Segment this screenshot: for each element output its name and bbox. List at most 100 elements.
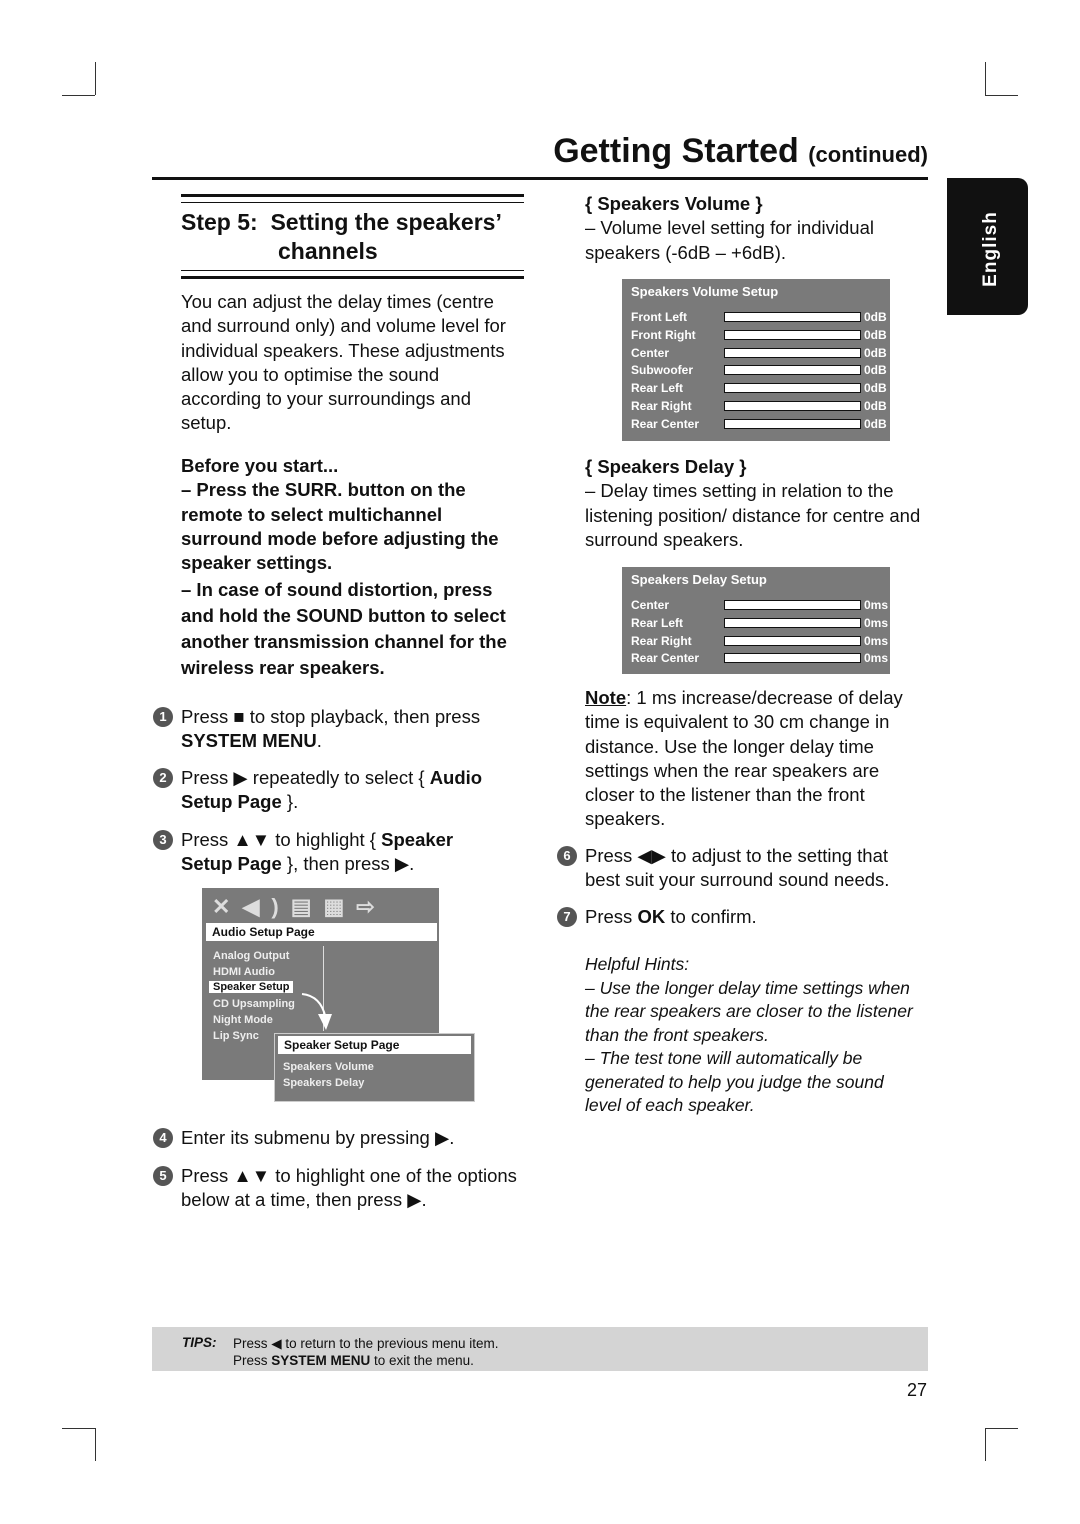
step-number: 3 <box>153 830 173 850</box>
step-number: 7 <box>557 907 577 927</box>
before-item: – Press the SURR. button on the remote t… <box>181 479 499 574</box>
page-header: Getting Started (continued) <box>553 132 928 171</box>
crop-mark <box>62 1428 95 1429</box>
submenu-item[interactable]: Speakers Volume <box>283 1061 374 1073</box>
delay-section: { Speakers Delay } – Delay times setting… <box>585 455 930 552</box>
tip-line: Press ◀ to return to the previous menu i… <box>233 1336 499 1351</box>
step-title-2: channels <box>278 238 378 264</box>
level-bar[interactable] <box>724 617 861 628</box>
osd-row[interactable]: Front Left 0dB <box>631 308 887 326</box>
row-label: Front Right <box>631 327 696 342</box>
row-label: Subwoofer <box>631 363 693 378</box>
step-number: 6 <box>557 846 577 866</box>
volume-desc: – Volume level setting for individual sp… <box>585 217 874 263</box>
level-bar[interactable] <box>724 365 861 376</box>
row-value: 0dB <box>864 399 887 413</box>
delay-heading: { Speakers Delay } <box>585 456 747 477</box>
osd-title: Speakers Delay Setup <box>631 572 767 587</box>
level-bar[interactable] <box>724 312 861 322</box>
level-bar[interactable] <box>724 635 861 646</box>
osd-row[interactable]: Rear Left 0dB <box>631 379 887 397</box>
level-bar[interactable] <box>724 600 861 610</box>
osd-row[interactable]: Rear Right 0ms <box>631 632 888 650</box>
level-bar[interactable] <box>724 347 861 358</box>
step-1: Press ■ to stop playback, then press SYS… <box>181 706 481 752</box>
header-continued: (continued) <box>808 142 928 167</box>
hint: – Use the longer delay time settings whe… <box>585 977 913 1045</box>
step-number: 4 <box>153 1128 173 1148</box>
header-title: Getting Started <box>553 132 799 170</box>
crop-mark <box>985 95 1018 96</box>
row-value: 0dB <box>864 327 887 342</box>
level-bar[interactable] <box>724 383 861 394</box>
header-rule <box>152 177 928 180</box>
note-text: : 1 ms increase/decrease of delay time i… <box>585 687 903 830</box>
manual-page: Getting Started (continued) English Step… <box>0 0 1080 1524</box>
volume-section: { Speakers Volume } – Volume level setti… <box>585 192 925 265</box>
speakers-volume-osd: Speakers Volume Setup Front Left 0dB Front… <box>622 279 890 441</box>
submenu-item[interactable]: Speakers Delay <box>283 1077 364 1089</box>
delay-desc: – Delay times setting in relation to the… <box>585 480 921 550</box>
row-label: Rear Left <box>631 381 684 396</box>
helpful-hints: Helpful Hints: – Use the longer delay ti… <box>585 953 920 1118</box>
osd-row[interactable]: Center 0dB <box>631 344 887 362</box>
page-number: 27 <box>906 1380 927 1400</box>
menu-icons: ✕◀)▤▦⇨ <box>212 894 387 920</box>
row-value: 0ms <box>864 615 889 630</box>
menu-item[interactable]: Lip Sync <box>213 1030 259 1042</box>
crop-mark <box>62 95 95 96</box>
speakers-delay-osd: Speakers Delay Setup Center 0ms Rear Left 0… <box>622 567 890 674</box>
step-7: Press OK to confirm. <box>585 906 757 927</box>
hints-title: Helpful Hints: <box>585 954 690 974</box>
crop-mark <box>95 62 96 95</box>
level-bar[interactable] <box>724 401 861 411</box>
menu-item[interactable]: CD Upsampling <box>213 998 295 1010</box>
osd-row[interactable]: Center 0ms <box>631 596 888 614</box>
row-value: 0dB <box>864 416 887 431</box>
osd-row[interactable]: Rear Right 0dB <box>631 397 887 415</box>
osd-row[interactable]: Rear Center 0dB <box>631 415 887 433</box>
level-bar[interactable] <box>724 653 861 664</box>
step-3: Press ▲▼ to highlight { Speaker Setup Pa… <box>181 829 454 875</box>
row-label: Rear Left <box>631 615 684 630</box>
row-value: 0dB <box>864 345 887 360</box>
step-number: 2 <box>153 768 173 788</box>
before-start: Before you start... – Press the SURR. bu… <box>181 454 526 681</box>
before-item: – In case of sound distortion, press and… <box>181 579 507 679</box>
row-label: Rear Center <box>631 416 700 431</box>
intro-text: You can adjust the delay times (centre a… <box>181 291 506 434</box>
row-value: 0ms <box>864 598 889 612</box>
step-heading: Step 5: Setting the speakers’ channels <box>181 208 502 266</box>
row-value: 0dB <box>864 310 887 324</box>
film-icon: ▤ <box>290 894 324 919</box>
step-2: Press ▶ repeatedly to select { Audio Set… <box>181 767 483 813</box>
menu-item[interactable]: Night Mode <box>213 1014 273 1026</box>
step-rule-top <box>181 194 524 203</box>
speaker-icon: ◀) <box>242 894 291 919</box>
menu-item[interactable]: Analog Output <box>213 950 289 962</box>
step-6: Press ◀▶ to adjust to the setting that b… <box>585 845 890 891</box>
speaker-setup-submenu: Speaker Setup Page Speakers Volume Speak… <box>274 1033 475 1102</box>
row-value: 0dB <box>864 381 887 396</box>
language-tab: English <box>947 178 1028 315</box>
checkerboard-icon: ▦ <box>323 894 357 919</box>
tips-text: Press ◀ to return to the previous menu i… <box>233 1335 499 1369</box>
note-label: Note <box>585 687 627 708</box>
osd-row[interactable]: Rear Left 0ms <box>631 614 888 632</box>
crop-mark <box>95 1428 96 1461</box>
level-bar[interactable] <box>724 418 861 429</box>
osd-row[interactable]: Subwoofer 0dB <box>631 361 887 379</box>
level-bar[interactable] <box>724 329 861 340</box>
step-4: Enter its submenu by pressing ▶. <box>181 1127 455 1148</box>
hint: – The test tone will automatically be ge… <box>585 1048 884 1115</box>
osd-row[interactable]: Rear Center 0ms <box>631 649 888 667</box>
row-label: Front Left <box>631 310 687 324</box>
submenu-title: Speaker Setup Page <box>278 1036 471 1054</box>
menu-item[interactable]: HDMI Audio <box>213 966 275 978</box>
row-label: Center <box>631 598 670 612</box>
menu-item-selected[interactable]: Speaker Setup <box>209 981 294 993</box>
tips-bar: TIPS: Press ◀ to return to the previous … <box>152 1327 928 1371</box>
osd-title: Speakers Volume Setup <box>631 284 779 299</box>
osd-row[interactable]: Front Right 0dB <box>631 326 887 344</box>
crop-mark <box>985 1428 986 1461</box>
